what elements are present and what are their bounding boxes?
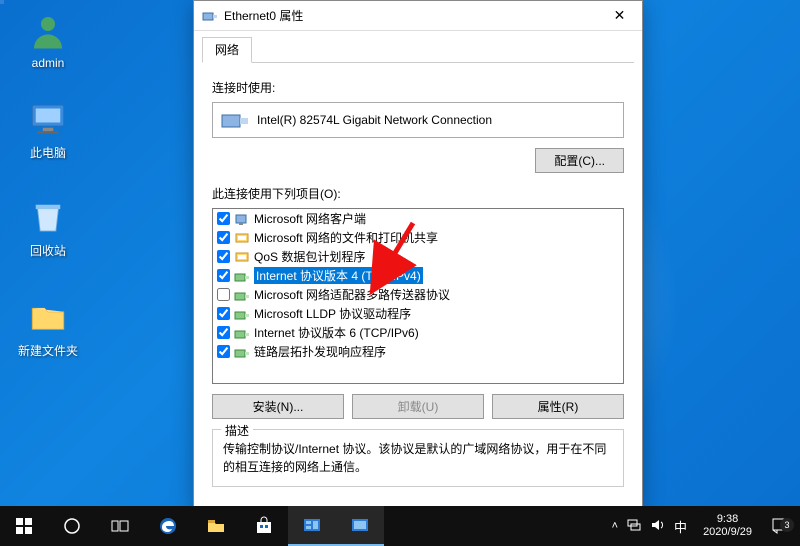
items-label: 此连接使用下列项目(O): [212,185,624,202]
component-label: QoS 数据包计划程序 [254,248,365,265]
component-label: Microsoft 网络适配器多路传送器协议 [254,286,450,303]
connect-using-label: 连接时使用: [212,79,624,96]
taskbar-edge[interactable] [144,506,192,546]
service-icon [234,250,250,264]
component-item[interactable]: QoS 数据包计划程序 [213,247,623,266]
component-label: Internet 协议版本 4 (TCP/IPv4) [254,267,423,284]
desktop-icon-label: 此电脑 [12,144,84,161]
folder-icon [27,296,69,338]
tab-network[interactable]: 网络 [202,37,252,63]
protocol-icon [234,269,250,283]
taskbar-file-explorer[interactable] [192,506,240,546]
desktop-icon-label: 新建文件夹 [12,342,84,359]
component-label: Microsoft LLDP 协议驱动程序 [254,305,411,322]
component-item[interactable]: Microsoft LLDP 协议驱动程序 [213,304,623,323]
adapter-name: Intel(R) 82574L Gigabit Network Connecti… [257,113,492,127]
component-checkbox[interactable] [217,231,230,244]
taskbar-network-connections[interactable] [336,506,384,546]
description-group: 描述 传输控制协议/Internet 协议。该协议是默认的广域网络协议，用于在不… [212,429,624,487]
component-item[interactable]: Internet 协议版本 4 (TCP/IPv4) [213,266,623,285]
component-checkbox[interactable] [217,288,230,301]
component-label: Internet 协议版本 6 (TCP/IPv6) [254,324,419,341]
protocol-icon [234,307,250,321]
uninstall-button: 卸载(U) [352,394,484,419]
action-center-button[interactable]: 3 [760,516,800,536]
desktop-icon-admin[interactable]: admin [12,10,84,70]
system-tray[interactable]: ˄ 中 [604,517,695,536]
desktop-icon-label: 回收站 [12,242,84,259]
component-checkbox[interactable] [217,250,230,263]
desktop-icon-this-pc[interactable]: 此电脑 [12,98,84,161]
tray-chevron-up-icon[interactable]: ˄ [612,520,618,532]
taskbar-store[interactable] [240,506,288,546]
component-checkbox[interactable] [217,326,230,339]
start-button[interactable] [0,506,48,546]
component-item[interactable]: Internet 协议版本 6 (TCP/IPv6) [213,323,623,342]
component-item[interactable]: Microsoft 网络的文件和打印机共享 [213,228,623,247]
recycle-bin-icon [27,196,69,238]
component-item[interactable]: 链路层拓扑发现响应程序 [213,342,623,361]
component-label: 链路层拓扑发现响应程序 [254,343,386,360]
tray-network-icon[interactable] [626,517,642,536]
tray-ime-indicator[interactable]: 中 [674,517,687,536]
component-item[interactable]: Microsoft 网络客户端 [213,209,623,228]
clock-time: 9:38 [703,513,752,526]
computer-icon [27,98,69,140]
taskbar-control-panel[interactable] [288,506,336,546]
component-checkbox[interactable] [217,307,230,320]
desktop-icon-recycle-bin[interactable]: 回收站 [12,196,84,259]
desktop-icon-label: admin [12,56,84,70]
configure-button[interactable]: 配置(C)... [535,148,624,173]
component-label: Microsoft 网络客户端 [254,210,366,227]
component-checkbox[interactable] [217,269,230,282]
component-checkbox[interactable] [217,345,230,358]
taskbar-clock[interactable]: 9:38 2020/9/29 [695,511,760,541]
task-view-button[interactable] [96,506,144,546]
notification-badge: 3 [780,518,794,532]
properties-button[interactable]: 属性(R) [492,394,624,419]
component-checkbox[interactable] [217,212,230,225]
protocol-icon [234,288,250,302]
taskbar: ˄ 中 9:38 2020/9/29 3 [0,506,800,546]
cortana-button[interactable] [48,506,96,546]
components-listbox[interactable]: Microsoft 网络客户端 Microsoft 网络的文件和打印机共享 QoS … [212,208,624,384]
desktop-icon-new-folder[interactable]: 新建文件夹 [12,296,84,359]
protocol-icon [234,326,250,340]
tray-volume-icon[interactable] [650,517,666,536]
component-label: Microsoft 网络的文件和打印机共享 [254,229,438,246]
description-text: 传输控制协议/Internet 协议。该协议是默认的广域网络协议，用于在不同的相… [223,440,613,476]
network-adapter-icon [202,8,218,24]
component-item[interactable]: Microsoft 网络适配器多路传送器协议 [213,285,623,304]
dialog-titlebar[interactable]: Ethernet0 属性 ✕ [194,1,642,31]
client-icon [234,212,250,226]
adapter-box: Intel(R) 82574L Gigabit Network Connecti… [212,102,624,138]
service-icon [234,231,250,245]
close-button[interactable]: ✕ [597,1,642,31]
user-icon [27,10,69,52]
tab-strip: 网络 [202,37,634,63]
dialog-title: Ethernet0 属性 [224,7,597,24]
install-button[interactable]: 安装(N)... [212,394,344,419]
clock-date: 2020/9/29 [703,526,752,539]
protocol-icon [234,345,250,359]
network-adapter-icon [221,109,249,131]
description-title: 描述 [221,422,253,439]
ethernet-properties-dialog: Ethernet0 属性 ✕ 网络 连接时使用: Intel(R) 82574L… [193,0,643,510]
